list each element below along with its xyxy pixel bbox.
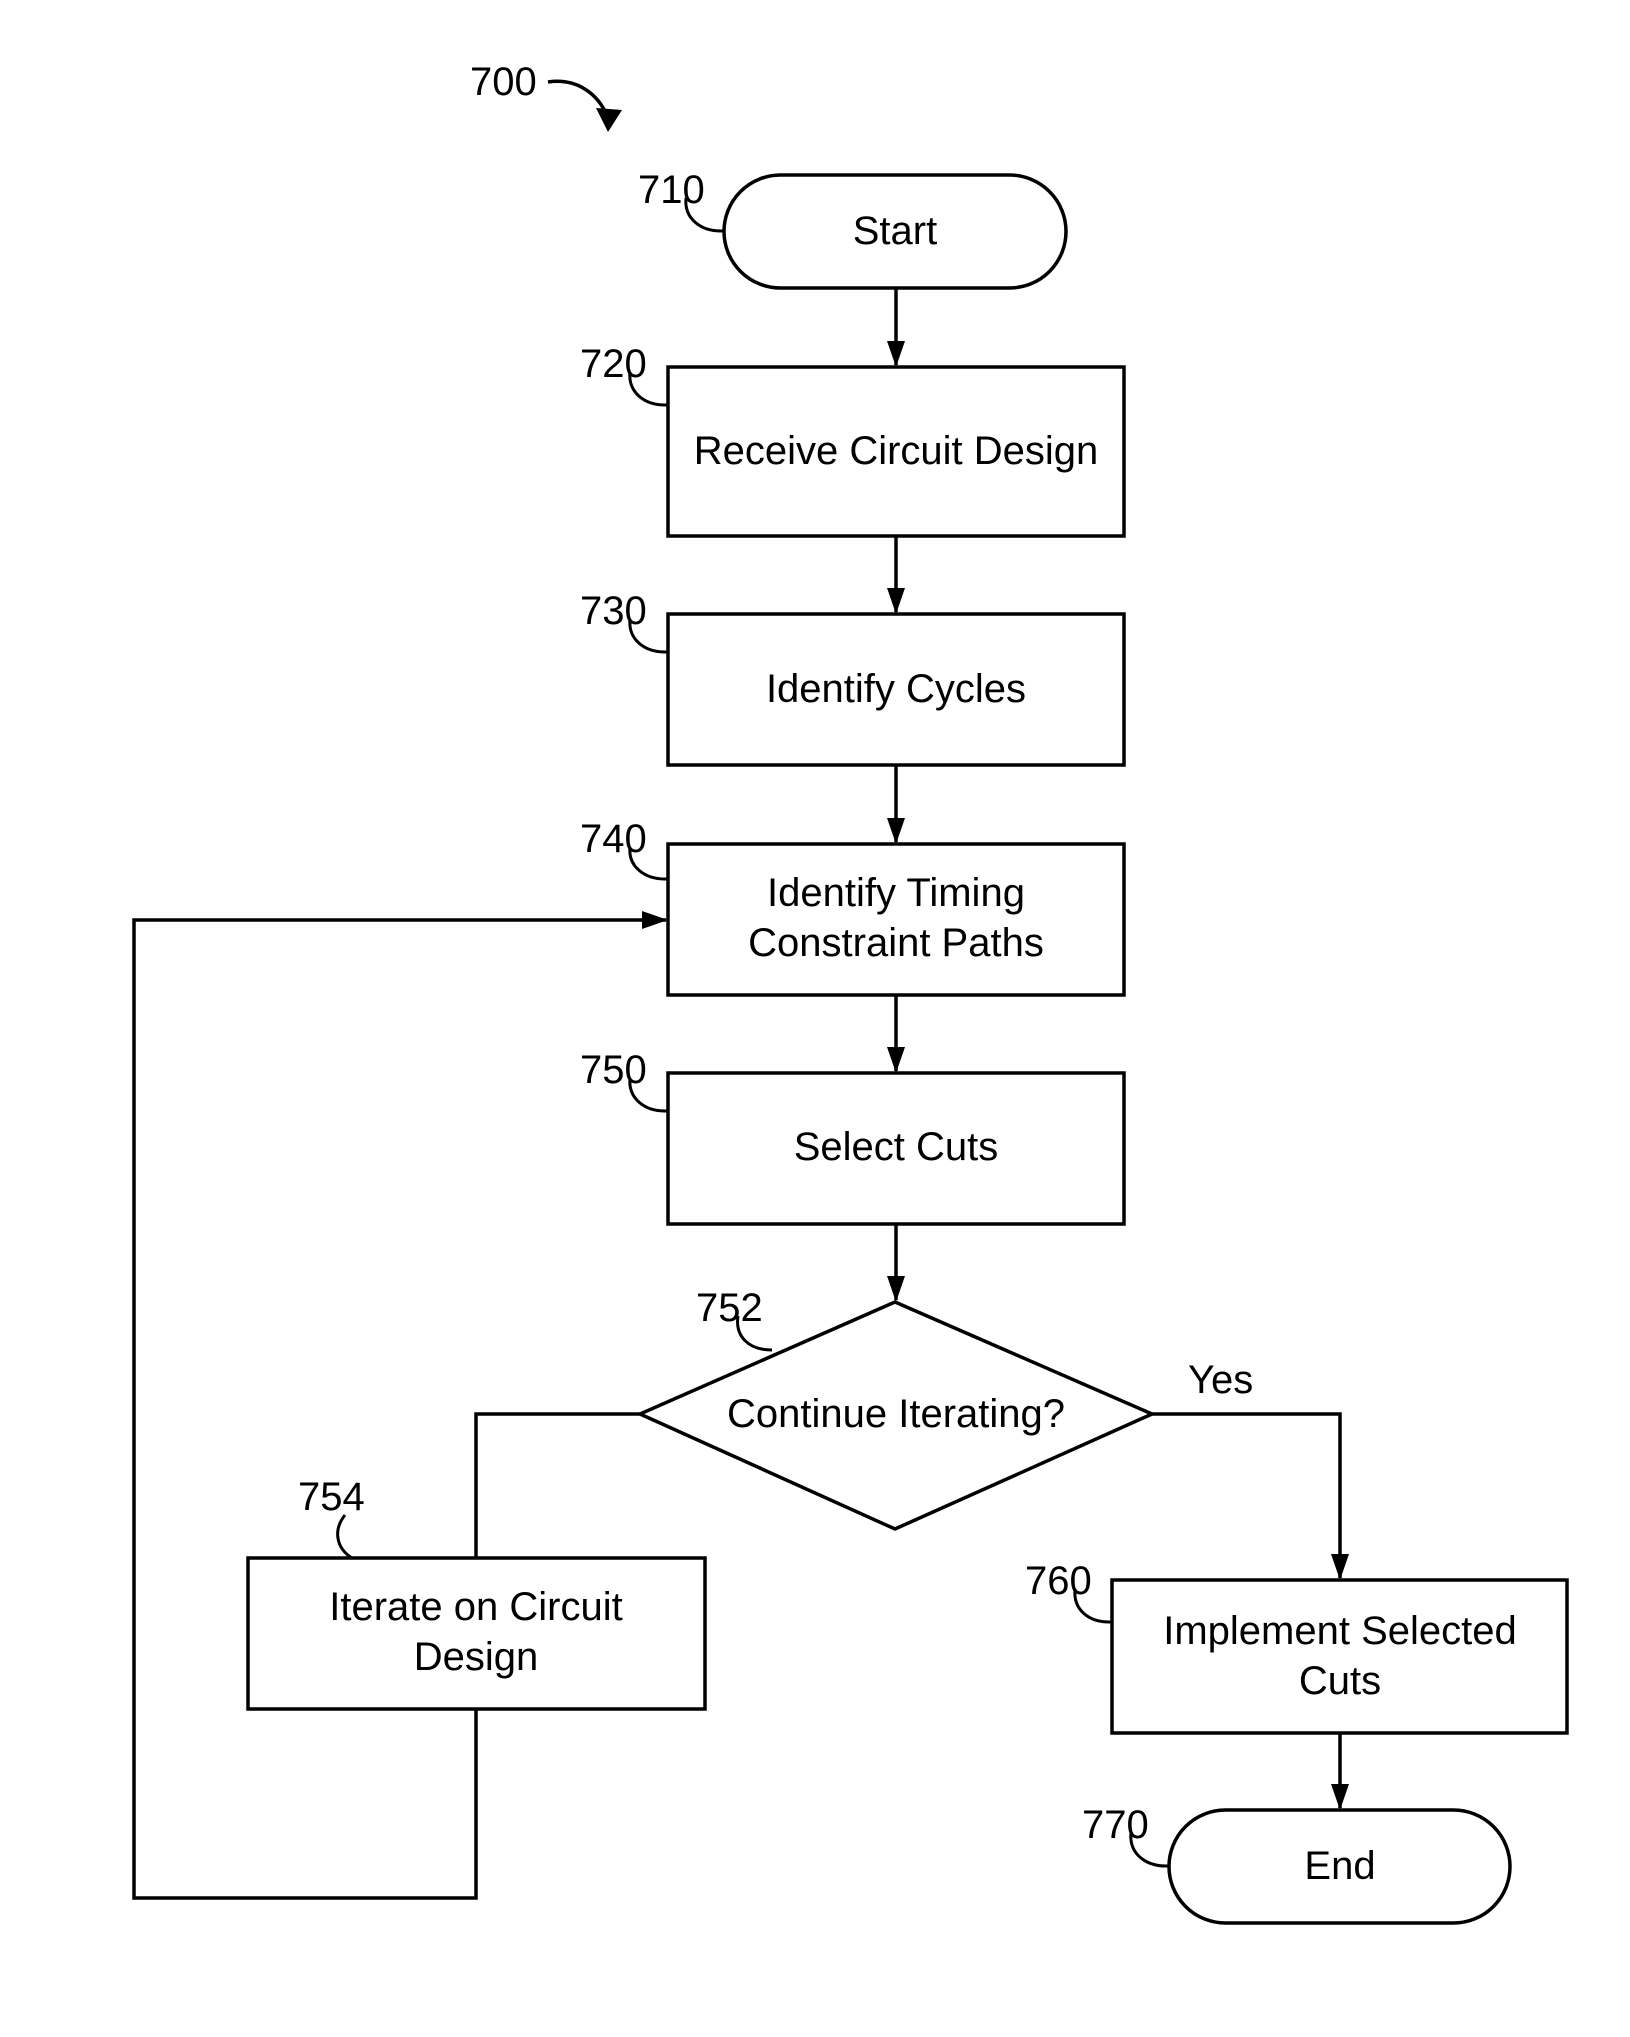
ref-label: 730 (580, 589, 647, 633)
node-label-line-2: Cuts (1299, 1659, 1381, 1703)
node-label: End (1304, 1844, 1375, 1888)
ref-label: 752 (696, 1286, 763, 1330)
node-continue-iterating: Continue Iterating? 752 (635, 1286, 1157, 1531)
node-label: Identify Cycles (766, 667, 1026, 711)
ref-label: 770 (1082, 1803, 1149, 1847)
node-label-line-2: Constraint Paths (748, 921, 1044, 965)
node-start: Start 710 (638, 168, 1068, 290)
process-box (1110, 1578, 1569, 1735)
figure-ref-label: 700 (470, 60, 537, 104)
node-label: Receive Circuit Design (694, 429, 1099, 473)
ref-label: 760 (1025, 1559, 1092, 1603)
node-label: Start (853, 209, 937, 253)
ref-label: 740 (580, 817, 647, 861)
edge-label-yes: Yes (1188, 1358, 1253, 1402)
node-end: End 770 (1082, 1803, 1512, 1925)
ref-label: 750 (580, 1048, 647, 1092)
ref-label: 710 (638, 168, 705, 212)
edge-752-760 (1152, 1412, 1349, 1580)
node-label-line-1: Implement Selected (1163, 1609, 1517, 1653)
process-box (666, 842, 1126, 997)
node-receive-circuit-design: Receive Circuit Design 720 (580, 342, 1126, 538)
node-label-line-1: Iterate on Circuit (329, 1585, 622, 1629)
ref-label: 720 (580, 342, 647, 386)
node-select-cuts: Select Cuts 750 (580, 1048, 1126, 1226)
ref-label: 754 (298, 1475, 365, 1519)
leader-line (336, 1514, 353, 1560)
node-label: Select Cuts (794, 1125, 999, 1169)
node-label-line-2: Design (414, 1635, 539, 1679)
node-identify-timing-constraint-paths: Identify Timing Constraint Paths 740 (580, 817, 1126, 997)
figure-ref-arrowhead (596, 108, 622, 132)
node-implement-selected-cuts: Implement Selected Cuts 760 (1025, 1559, 1569, 1735)
process-box (246, 1556, 707, 1711)
flowchart: 700 Start 710 Receive Circuit Design 720… (132, 60, 1569, 1925)
edge-752-754 (474, 1412, 640, 1558)
node-label-line-1: Identify Timing (767, 871, 1025, 915)
node-label: Continue Iterating? (727, 1392, 1065, 1436)
node-identify-cycles: Identify Cycles 730 (580, 589, 1126, 767)
